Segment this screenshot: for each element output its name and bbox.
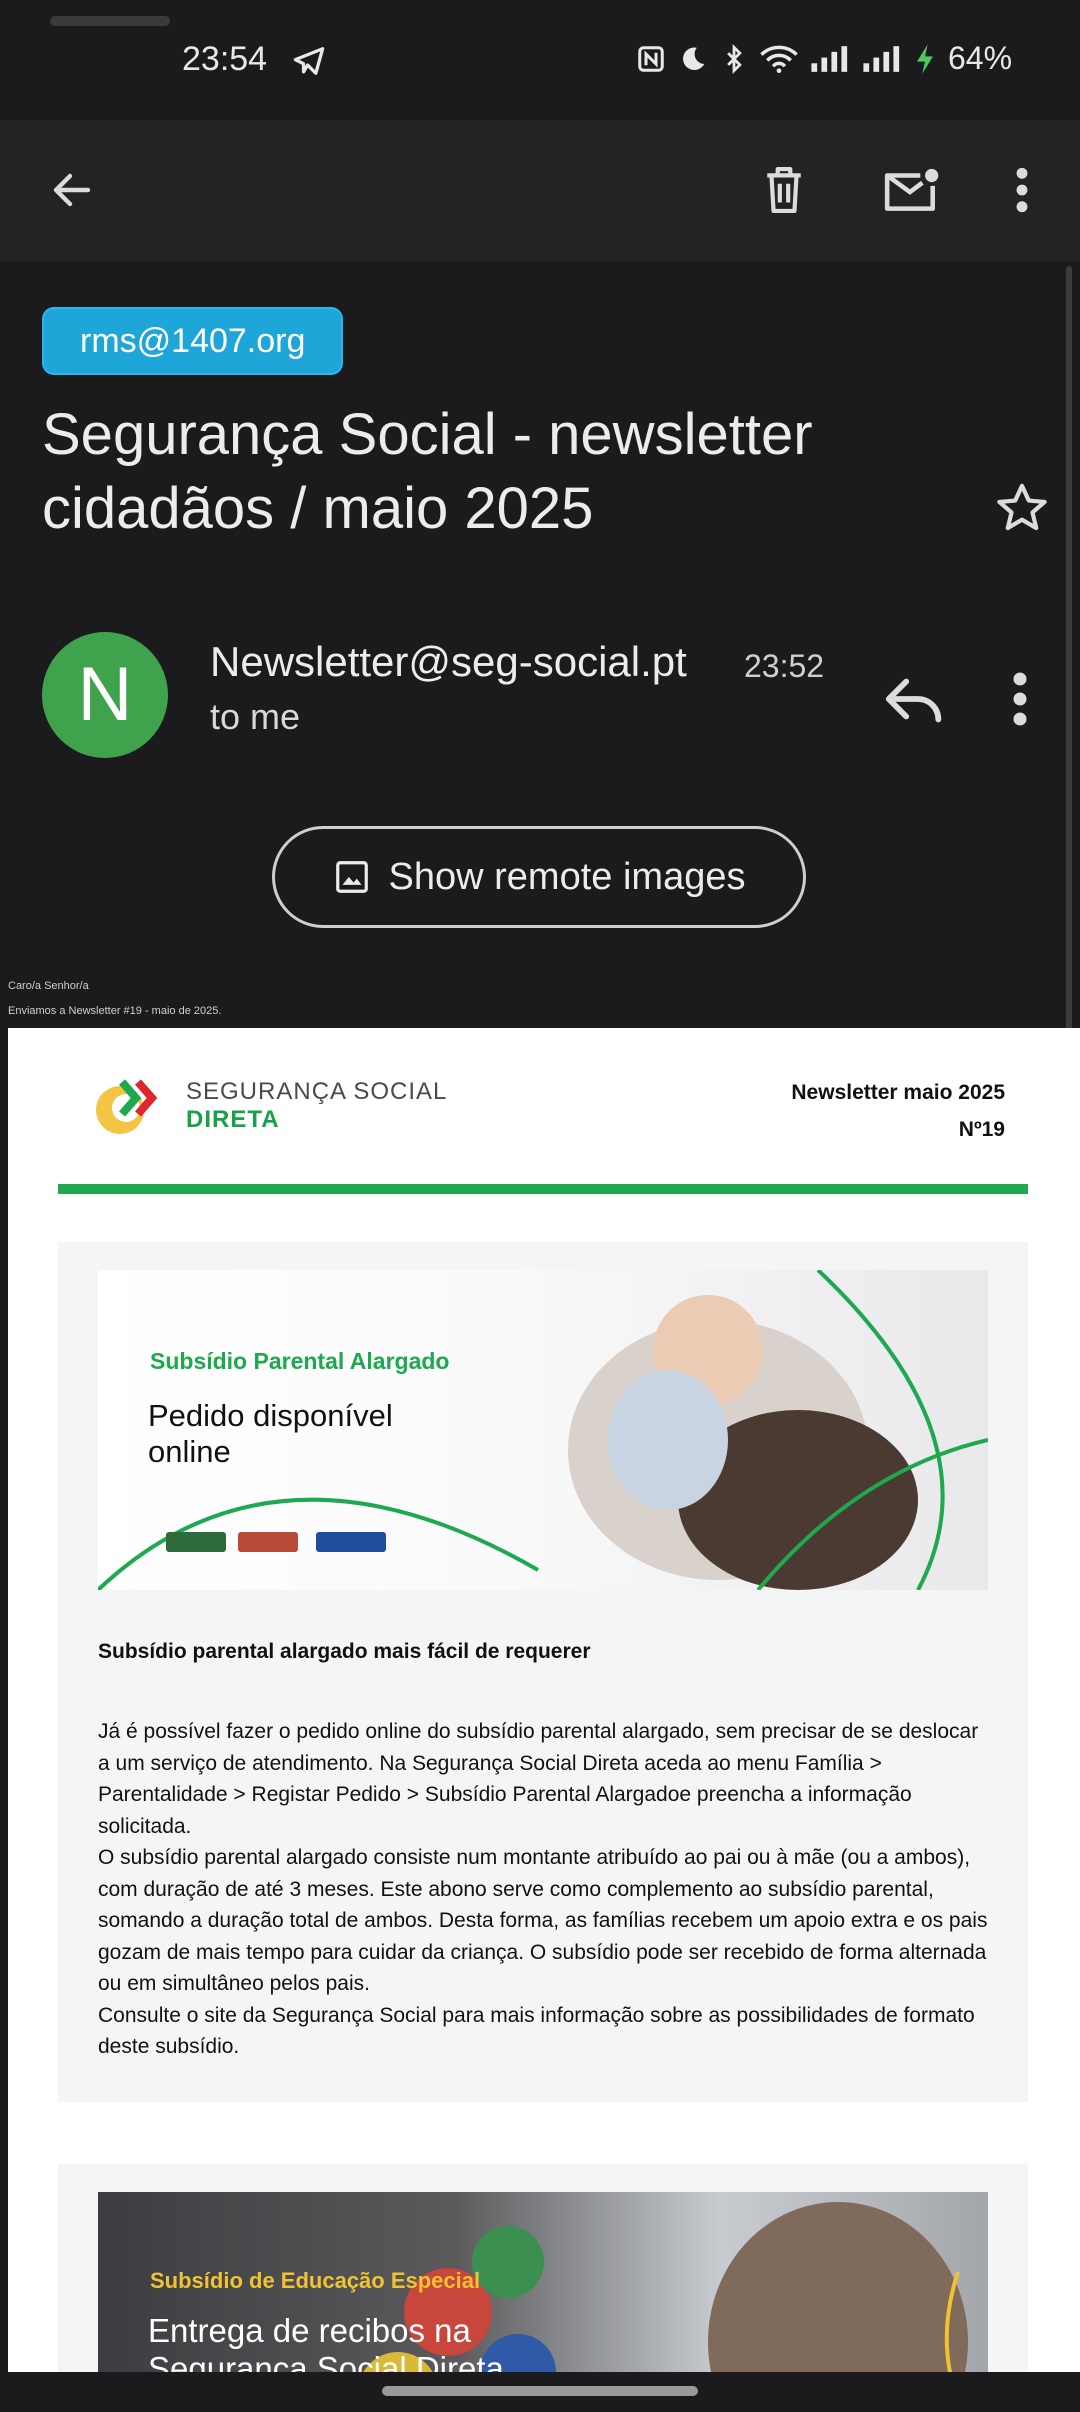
show-remote-images-button[interactable]: Show remote images bbox=[272, 826, 806, 928]
banner-title: Entrega de recibos na Segurança Social D… bbox=[148, 2312, 504, 2373]
banner-kicker: Subsídio de Educação Especial bbox=[150, 2268, 481, 2293]
article-paragraph: Consulte o site da Segurança Social para… bbox=[98, 2003, 975, 2059]
email-time: 23:52 bbox=[744, 648, 825, 684]
email-intro: Enviamos a Newsletter #19 - maio de 2025… bbox=[8, 1005, 222, 1017]
wifi-icon bbox=[760, 45, 798, 73]
article-banner-image[interactable]: Subsídio Parental Alargado Pedido dispon… bbox=[98, 1270, 988, 1590]
article-card: Subsídio Parental Alargado Pedido dispon… bbox=[58, 1242, 1028, 2102]
mark-unread-icon[interactable] bbox=[872, 150, 952, 230]
show-remote-images-label: Show remote images bbox=[388, 855, 746, 898]
status-icons: 64% bbox=[636, 40, 1012, 77]
battery-percent: 64% bbox=[948, 40, 1013, 76]
seg-social-logo-mark bbox=[96, 1079, 158, 1134]
email-greeting: Caro/a Senhor/a bbox=[8, 980, 89, 992]
star-icon[interactable] bbox=[994, 480, 1050, 536]
header-divider bbox=[58, 1184, 1028, 1194]
article-paragraph: Já é possível fazer o pedido online do s… bbox=[98, 1720, 979, 1838]
nfc-icon bbox=[638, 45, 664, 72]
bluetooth-icon bbox=[727, 43, 742, 74]
newsletter-body: SEGURANÇA SOCIAL DIRETA Newsletter maio … bbox=[8, 1028, 1080, 2373]
telegram-icon bbox=[293, 47, 325, 75]
article-heading: Subsídio parental alargado mais fácil de… bbox=[98, 1640, 591, 1663]
image-icon bbox=[335, 861, 368, 893]
banner-kicker: Subsídio Parental Alargado bbox=[150, 1348, 450, 1374]
newsletter-title: Newsletter maio 2025 bbox=[791, 1081, 1005, 1104]
status-pill bbox=[50, 16, 170, 26]
article-banner-image[interactable]: Subsídio de Educação Especial Entrega de… bbox=[98, 2192, 988, 2373]
sender-address[interactable]: Newsletter@seg-social.pt bbox=[210, 638, 687, 686]
reply-icon[interactable] bbox=[880, 664, 950, 734]
recipient-details[interactable]: to me bbox=[210, 696, 300, 738]
delete-icon[interactable] bbox=[744, 150, 824, 230]
article-paragraph: O subsídio parental alargado consiste nu… bbox=[98, 1846, 988, 1995]
logo-text-secondary: DIRETA bbox=[186, 1106, 280, 1133]
email-subject: Segurança Social - newsletter cidadãos /… bbox=[42, 402, 813, 541]
banner-title: Pedido disponível online bbox=[148, 1398, 393, 1469]
label-chip[interactable]: rms@1407.org bbox=[42, 307, 344, 375]
article-body: Já é possível fazer o pedido online do s… bbox=[98, 1716, 988, 2063]
newsletter-number: Nº19 bbox=[958, 1118, 1005, 1141]
signal-icon bbox=[811, 45, 848, 72]
message-more-icon[interactable] bbox=[990, 664, 1050, 734]
avatar[interactable]: N bbox=[42, 632, 168, 758]
home-gesture-handle[interactable] bbox=[382, 2386, 698, 2396]
signal-icon bbox=[863, 45, 900, 72]
charging-icon bbox=[917, 43, 933, 74]
logo-text-primary: SEGURANÇA SOCIAL bbox=[186, 1078, 448, 1105]
newsletter-heading: Newsletter maio 2025 Nº19 bbox=[791, 1074, 1005, 1148]
seg-social-logo: SEGURANÇA SOCIAL DIRETA bbox=[92, 1074, 447, 1138]
moon-icon bbox=[683, 46, 705, 70]
more-vert-icon[interactable] bbox=[982, 150, 1062, 230]
status-time: 23:54 bbox=[182, 40, 268, 78]
back-arrow-icon[interactable] bbox=[32, 150, 112, 230]
article-card: Subsídio de Educação Especial Entrega de… bbox=[58, 2164, 1028, 2373]
